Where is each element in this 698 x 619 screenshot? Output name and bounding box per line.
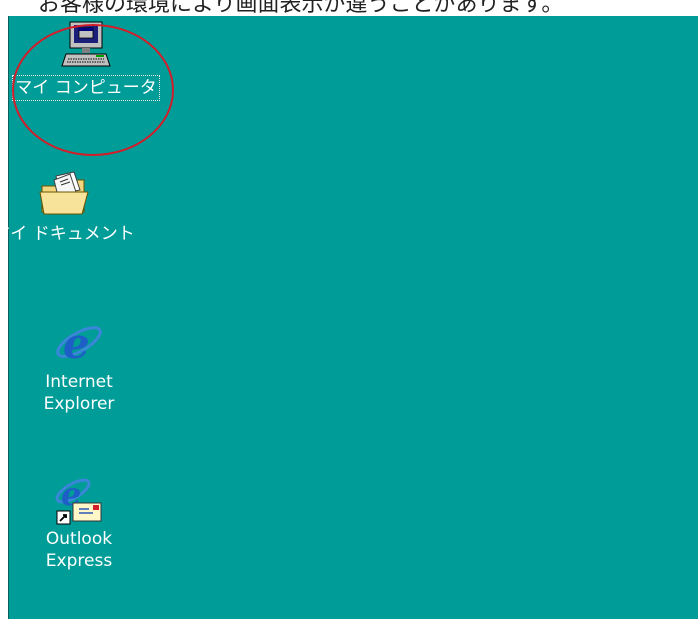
- desktop-icon-internet-explorer[interactable]: e Internet Explorer: [4, 314, 154, 416]
- desktop-icon-label: マイ コンピュータ: [12, 75, 160, 101]
- my-computer-icon: [61, 21, 111, 67]
- internet-explorer-icon: e: [56, 319, 102, 368]
- caption-bar: お客様の環境により画面表示が違うことがあります。: [0, 0, 698, 16]
- desktop-icon-label: Outlook Express: [45, 529, 113, 571]
- svg-text:e: e: [63, 319, 90, 368]
- desktop-icon-my-computer[interactable]: マイ コンピュータ: [11, 20, 161, 101]
- my-documents-folder-icon: [39, 171, 89, 215]
- desktop-icon-outlook-express[interactable]: e Outlook Express: [4, 471, 154, 573]
- desktop-icon-label: マイ ドキュメント: [0, 224, 135, 244]
- caption-text: お客様の環境により画面表示が違うことがあります。: [38, 0, 564, 16]
- desktop-icon-label: Internet Explorer: [43, 372, 115, 414]
- desktop-icon-my-documents[interactable]: マイ ドキュメント: [0, 168, 139, 246]
- outlook-express-icon: e: [55, 475, 102, 525]
- desktop[interactable]: マイ コンピュータ マイ ドキュメント e Internet Explorer …: [0, 16, 698, 619]
